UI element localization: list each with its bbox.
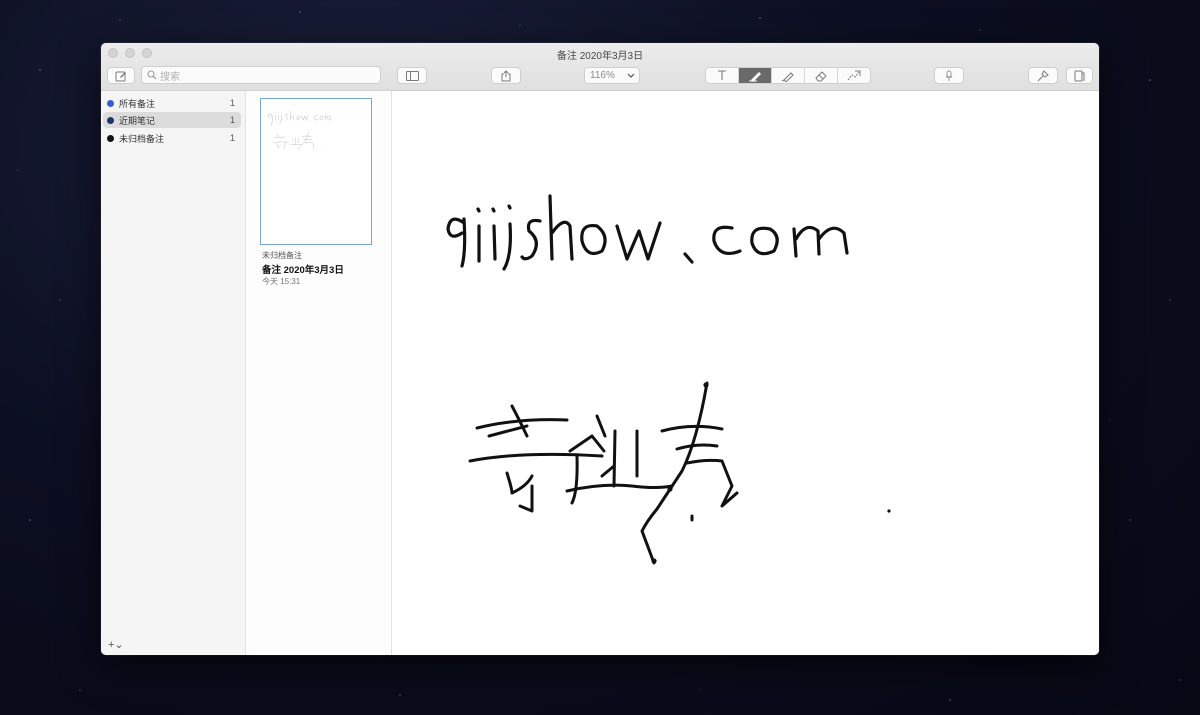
sidebar-item-count: 1 [229, 133, 235, 143]
sidebar-item-count: 1 [229, 115, 235, 125]
eraser-tool-icon [815, 70, 827, 81]
drawing-tools [705, 67, 871, 84]
lasso-tool-icon [847, 70, 861, 80]
share-icon [501, 69, 511, 81]
text-tool-button[interactable] [706, 68, 738, 83]
handwritten-drawing [446, 194, 891, 565]
zoom-select[interactable]: 116% [584, 67, 640, 84]
search-icon [147, 70, 157, 80]
folder-dot-icon [107, 116, 114, 124]
eraser-tool-button[interactable] [804, 68, 837, 83]
window-title: 备注 2020年3月3日 [556, 51, 644, 62]
folder-sidebar: 所有备注 1 近期笔记 1 未归档备注 1 +⌄ [101, 91, 246, 655]
notes-pane-icon [1074, 70, 1085, 81]
search-placeholder: 搜索 [160, 71, 180, 83]
note-folder-label: 未归档备注 [262, 251, 302, 260]
add-folder-button[interactable]: +⌄ [108, 638, 124, 651]
sidebar-item-all-notes[interactable]: 所有备注 1 [103, 95, 241, 111]
share-button[interactable] [491, 67, 521, 84]
new-note-button[interactable] [107, 67, 135, 84]
sidebar-item-count: 1 [229, 98, 235, 108]
toggle-sidebar-button[interactable] [397, 67, 427, 84]
compose-icon [115, 71, 126, 81]
highlighter-tool-icon [781, 71, 794, 82]
folder-dot-icon [107, 99, 114, 107]
text-tool-icon [718, 70, 726, 80]
pen-tool-button[interactable] [738, 68, 771, 83]
pin-icon [1037, 69, 1049, 81]
note-canvas[interactable] [392, 91, 1099, 655]
folder-dot-icon [107, 134, 114, 142]
note-list: 未归档备注 备注 2020年3月3日 今天 15:31 [246, 91, 392, 655]
zoom-value: 116% [590, 70, 615, 81]
handwriting-thumbnail [268, 111, 331, 150]
lasso-tool-button[interactable] [837, 68, 870, 83]
sidebar-item-recent[interactable]: 近期笔记 1 [103, 112, 241, 128]
note-timestamp: 今天 15:31 [262, 277, 301, 286]
dictation-button[interactable] [934, 67, 964, 84]
notes-window: 备注 2020年3月3日 搜索 116% 所有备注 1 近期笔记 1 未归档备注… [101, 43, 1099, 655]
note-thumbnail[interactable] [260, 98, 372, 245]
highlighter-tool-button[interactable] [771, 68, 804, 83]
notes-pane-button[interactable] [1066, 67, 1093, 84]
note-title: 备注 2020年3月3日 [262, 265, 344, 276]
microphone-icon [945, 70, 953, 81]
sidebar-item-unarchived[interactable]: 未归档备注 1 [103, 130, 241, 146]
search-input[interactable]: 搜索 [141, 66, 381, 84]
sidebar-item-label: 所有备注 [119, 98, 156, 109]
sidebar-item-label: 未归档备注 [119, 133, 165, 144]
titlebar: 备注 2020年3月3日 搜索 116% [101, 43, 1099, 91]
sidebar-toggle-icon [405, 70, 419, 81]
chevron-down-icon [627, 73, 635, 78]
sidebar-item-label: 近期笔记 [119, 115, 156, 126]
pen-tool-icon [749, 71, 761, 82]
pin-button[interactable] [1028, 67, 1058, 84]
